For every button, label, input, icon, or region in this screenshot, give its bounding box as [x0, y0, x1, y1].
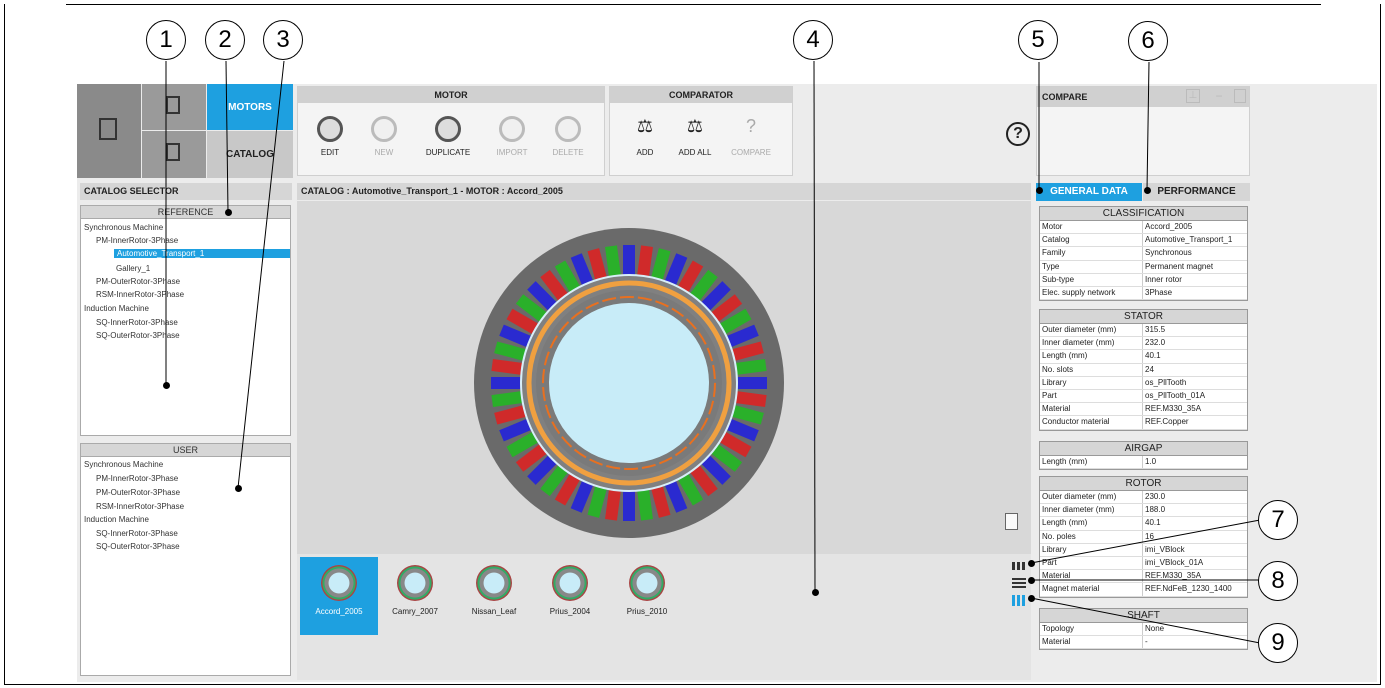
- callout-3: 3: [263, 20, 303, 60]
- callout-marker: [1028, 595, 1035, 602]
- callout-lines: [165, 60, 1261, 644]
- callout-marker: [812, 589, 819, 596]
- callout-9: 9: [1258, 623, 1298, 663]
- callout-6: 6: [1128, 21, 1168, 61]
- callout-8: 8: [1258, 561, 1298, 601]
- callout-4: 4: [793, 20, 833, 60]
- callout-1: 1: [146, 20, 186, 60]
- callout-marker: [1028, 560, 1035, 567]
- callout-5: 5: [1018, 20, 1058, 60]
- callout-2: 2: [205, 20, 245, 60]
- callout-marker: [1144, 187, 1151, 194]
- callout-marker: [235, 485, 242, 492]
- callout-7: 7: [1258, 500, 1298, 540]
- callout-marker: [1028, 577, 1035, 584]
- callout-marker: [225, 209, 232, 216]
- callout-marker: [1036, 187, 1043, 194]
- callout-marker: [163, 382, 170, 389]
